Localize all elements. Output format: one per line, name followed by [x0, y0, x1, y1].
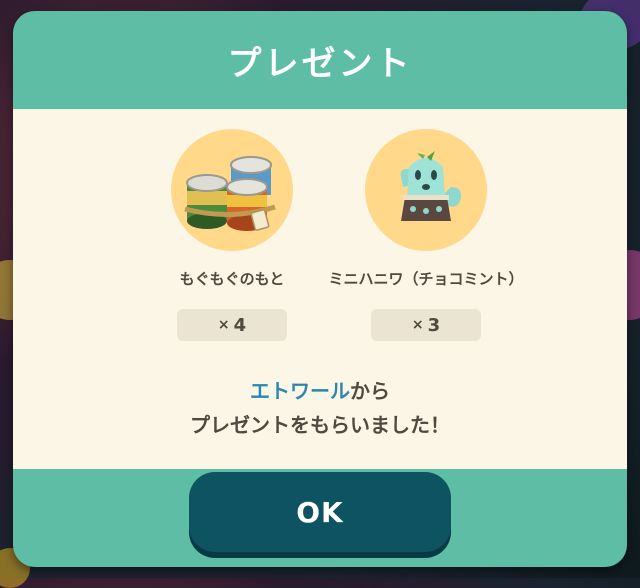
mini-haniwa-icon [400, 151, 461, 221]
present-item: もぐもぐのもと × 4 [132, 129, 332, 341]
quantity-value: 3 [427, 314, 441, 336]
item-quantity: × 3 [371, 309, 481, 341]
dialog-title: プレゼント [227, 43, 413, 84]
dialog-content: もぐもぐのもと × 4 ミニハニワ（チョコミント） × 3 エトワールから プレ… [13, 109, 627, 469]
present-dialog: プレゼント もぐもぐのもと × 4 ミニハニワ（チョコミント） × 3 エトワー… [13, 11, 627, 567]
item-name: ミニハニワ（チョコミント） [328, 270, 524, 288]
item-icon-circle [365, 129, 487, 251]
quantity-multiplier: × [411, 317, 424, 333]
item-quantity: × 4 [177, 309, 287, 341]
ok-button[interactable]: OK [189, 472, 451, 552]
item-icon-circle [171, 129, 293, 251]
quantity-multiplier: × [217, 317, 230, 333]
present-message-line1: エトワールから [13, 375, 627, 404]
canned-food-icon [184, 156, 276, 231]
item-name: もぐもぐのもと [179, 270, 285, 288]
present-item: ミニハニワ（チョコミント） × 3 [326, 129, 526, 341]
present-message-line2: プレゼントをもらいました！ [190, 413, 450, 437]
sender-name: エトワール [250, 379, 350, 403]
sender-suffix: から [350, 379, 390, 403]
quantity-value: 4 [233, 314, 247, 336]
